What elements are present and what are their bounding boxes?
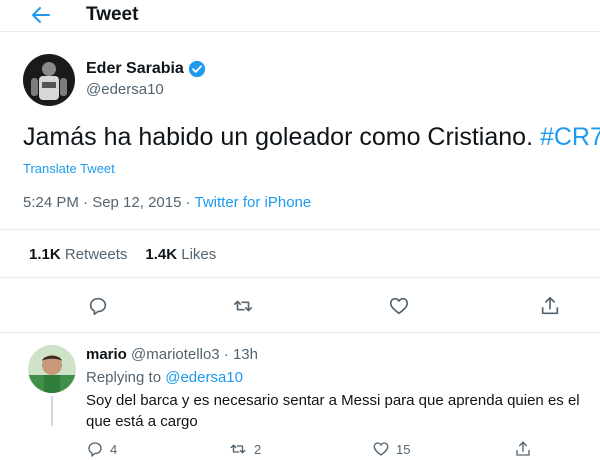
retweets-label: Retweets — [64, 246, 128, 263]
likes-stat[interactable]: 1.4K Likes — [145, 246, 216, 263]
tweet-source-link[interactable]: Twitter for iPhone — [195, 194, 312, 211]
likes-count: 1.4K — [145, 246, 178, 263]
reply-like-button[interactable]: 15 — [372, 440, 410, 458]
tweet-meta: 5:24 PM · Sep 12, 2015 · Twitter for iPh… — [23, 194, 311, 211]
reply-icon — [88, 442, 102, 458]
tweet-text: Jamás ha habido un goleador como Cristia… — [23, 121, 600, 153]
reply-action-bar: 4 2 15 — [86, 440, 600, 460]
retweets-count: 1.1K — [29, 246, 61, 263]
replying-mention-link[interactable]: @edersa10 — [165, 369, 243, 386]
verified-badge-icon — [188, 60, 205, 78]
like-button[interactable] — [386, 293, 412, 319]
retweet-icon — [230, 444, 246, 454]
reply-author-name[interactable]: mario — [86, 346, 127, 363]
divider — [0, 229, 600, 230]
retweet-button[interactable] — [230, 293, 256, 319]
reply-button[interactable] — [85, 293, 111, 319]
author-avatar[interactable] — [23, 54, 75, 106]
reply-separator: · — [219, 346, 233, 363]
replying-prefix: Replying to — [86, 369, 166, 386]
author-handle[interactable]: @edersa10 — [86, 81, 164, 98]
tweet-timestamp[interactable]: 5:24 PM · Sep 12, 2015 · — [23, 194, 195, 211]
reply-retweet-button[interactable]: 2 — [228, 440, 261, 458]
tweet-action-bar — [0, 290, 600, 322]
page-title: Tweet — [86, 4, 139, 25]
like-icon — [373, 442, 389, 456]
reply-like-count: 15 — [396, 441, 411, 457]
reply-author-handle[interactable]: @mariotello3 — [131, 346, 220, 363]
hashtag-link[interactable]: #CR7 — [540, 123, 600, 151]
back-button[interactable] — [26, 2, 56, 28]
thread-line — [51, 396, 53, 426]
retweet-icon — [233, 300, 253, 312]
share-icon — [541, 296, 559, 315]
reply-header: mario @mariotello3 · 13h — [86, 346, 258, 363]
reply-share-button[interactable] — [514, 440, 532, 458]
arrow-left-icon — [32, 7, 50, 23]
reply-icon — [89, 297, 107, 316]
reply-avatar[interactable] — [28, 345, 76, 393]
replying-to: Replying to @edersa10 — [86, 369, 243, 386]
likes-label: Likes — [181, 246, 217, 263]
reply-reply-button[interactable]: 4 — [86, 440, 117, 458]
top-header: Tweet — [0, 0, 600, 32]
like-icon — [389, 297, 409, 315]
reply-reply-count: 4 — [110, 441, 118, 457]
reply-text: Soy del barca y es necesario sentar a Me… — [86, 392, 580, 430]
divider — [0, 277, 600, 278]
author-name-text: Eder Sarabia — [86, 60, 184, 77]
tweet-text-main: Jamás ha habido un goleador como Cristia… — [23, 123, 540, 151]
share-icon — [516, 441, 530, 456]
share-button[interactable] — [537, 293, 563, 319]
reply-time[interactable]: 13h — [233, 346, 258, 363]
reply-retweet-count: 2 — [254, 441, 262, 457]
author-name[interactable]: Eder Sarabia — [86, 60, 206, 78]
divider — [0, 332, 600, 333]
retweets-stat[interactable]: 1.1K Retweets — [29, 246, 127, 263]
translate-tweet-link[interactable]: Translate Tweet — [23, 161, 115, 176]
tweet-stats: 1.1K Retweets 1.4K Likes — [29, 246, 216, 263]
